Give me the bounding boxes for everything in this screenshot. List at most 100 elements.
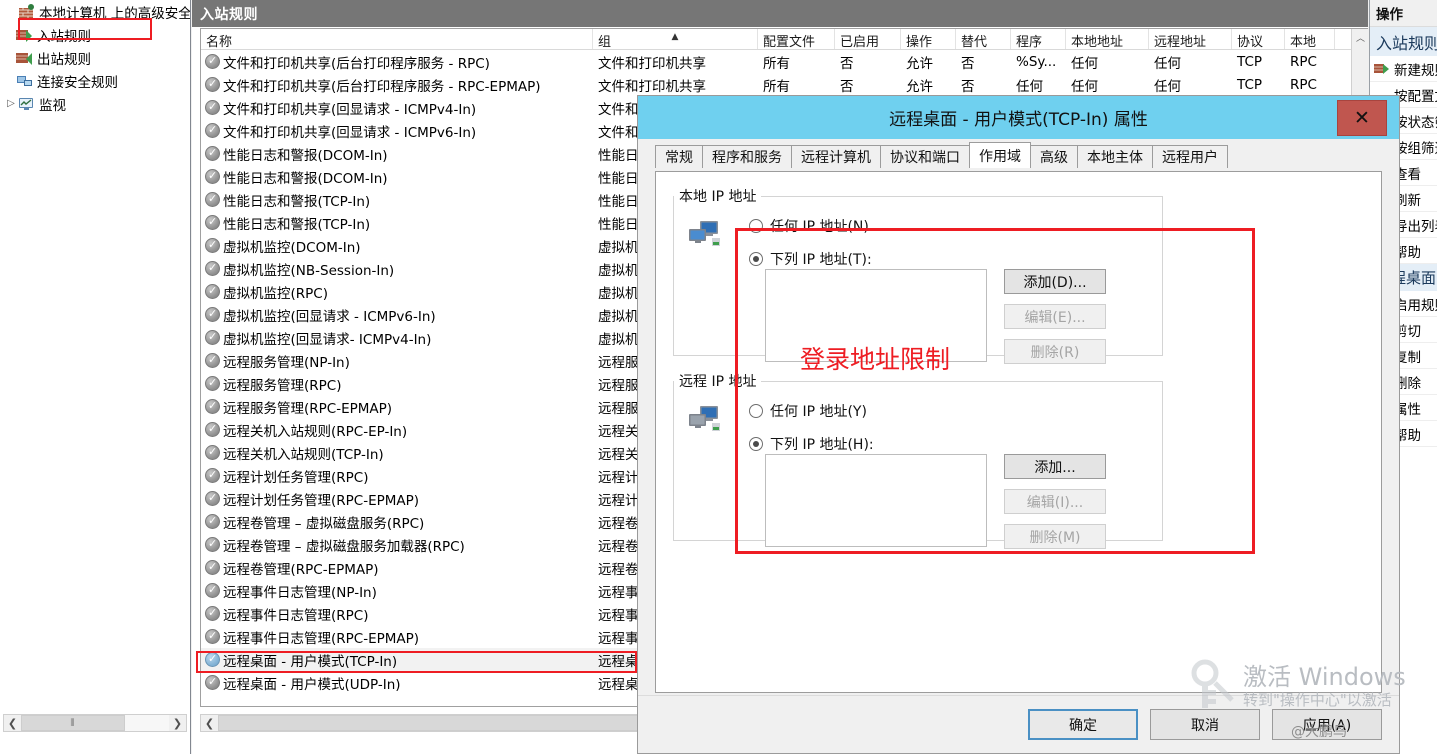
sidebar-item-outbound-rules[interactable]: 出站规则 xyxy=(0,46,190,69)
rule-name-label: 远程计划任务管理(RPC) xyxy=(223,469,369,486)
remote-edit-button: 编辑(I)... xyxy=(1004,489,1106,514)
column-header-label: 本地地址 xyxy=(1071,35,1124,49)
rule-status-icon xyxy=(205,674,220,690)
rule-name-label: 远程关机入站规则(RPC-EP-In) xyxy=(223,423,408,440)
cell-name: 远程服务管理(RPC) xyxy=(201,374,593,394)
remote-any-ip-radio[interactable] xyxy=(749,404,763,418)
tree-item-root[interactable]: 本地计算机 上的高级安全 xyxy=(0,0,190,23)
tree-horizontal-scrollbar[interactable]: ❮ ⦀ ❯ xyxy=(3,714,187,732)
cancel-button[interactable]: 取消 xyxy=(1150,709,1260,740)
column-header-label: 配置文件 xyxy=(763,35,816,49)
remote-ip-group-legend: 远程 IP 地址 xyxy=(679,374,757,390)
cell-local_port: RPC xyxy=(1290,76,1317,93)
rule-status-icon xyxy=(205,76,220,92)
rule-name-label: 文件和打印机共享(回显请求 - ICMPv6-In) xyxy=(223,124,477,141)
rule-status-icon xyxy=(205,306,220,322)
sidebar-item-inbound-rules-label: 入站规则 xyxy=(37,28,91,45)
tab-7[interactable]: 远程用户 xyxy=(1152,145,1228,168)
local-add-button[interactable]: 添加(D)... xyxy=(1004,269,1106,294)
column-header-2[interactable]: 配置文件 xyxy=(758,29,835,49)
sidebar-item-outbound-rules-label: 出站规则 xyxy=(37,51,91,68)
sidebar-item-inbound-rules[interactable]: 入站规则 xyxy=(0,23,190,46)
column-header-8[interactable]: 远程地址 xyxy=(1149,29,1232,49)
rule-status-icon xyxy=(205,53,220,69)
column-header-label: 替代 xyxy=(961,35,988,49)
monitor-icon xyxy=(18,96,36,112)
tab-6[interactable]: 本地主体 xyxy=(1077,145,1153,168)
remote-remove-button: 删除(M) xyxy=(1004,524,1106,549)
tab-1[interactable]: 程序和服务 xyxy=(702,145,792,168)
author-signature: @大鹏鸟 xyxy=(1291,724,1347,740)
tree-scroll-thumb[interactable]: ⦀ xyxy=(21,715,125,731)
remote-any-ip-label: 任何 IP 地址(Y) xyxy=(770,404,867,420)
cell-name: 性能日志和警报(DCOM-In) xyxy=(201,167,593,187)
tree-scroll-right-button[interactable]: ❯ xyxy=(169,715,186,731)
action-item-secondary-label: 启用规则 xyxy=(1394,297,1437,314)
rule-name-label: 远程服务管理(RPC) xyxy=(223,377,342,394)
local-any-ip-radio-row[interactable]: 任何 IP 地址(N) xyxy=(749,216,872,236)
column-header-0[interactable]: 名称 xyxy=(201,29,593,49)
table-row[interactable]: 文件和打印机共享(后台打印程序服务 - RPC) 文件和打印机共享 所有 否 允许 否 %S… xyxy=(201,50,1368,73)
actions-pane-title: 操作 xyxy=(1370,0,1437,27)
action-item-primary-0[interactable]: 新建规则... xyxy=(1370,56,1437,82)
rule-name-label: 虚拟机监控(回显请求 - ICMPv6-In) xyxy=(223,308,436,325)
tab-3[interactable]: 协议和端口 xyxy=(880,145,970,168)
cell-program: %Sy... xyxy=(1016,53,1057,70)
ok-button[interactable]: 确定 xyxy=(1028,709,1138,740)
column-header-1[interactable]: 组 ▲ xyxy=(593,29,758,49)
rule-status-icon xyxy=(205,536,220,552)
column-header-label: 组 xyxy=(598,35,612,49)
action-item-primary-label: 按组筛选 xyxy=(1394,140,1437,157)
remote-any-ip-radio-row[interactable]: 任何 IP 地址(Y) xyxy=(749,401,874,421)
cell-remote_addr: 任何 xyxy=(1154,55,1181,72)
rule-name-label: 远程卷管理 – 虚拟磁盘服务加载器(RPC) xyxy=(223,538,465,555)
local-edit-button: 编辑(E)... xyxy=(1004,304,1106,329)
console-tree-pane: 本地计算机 上的高级安全 入站规则 出站规则 连接安全规则 ▷ 监视 ❮ ⦀ ❯ xyxy=(0,0,191,754)
rule-name-label: 远程服务管理(NP-In) xyxy=(223,354,350,371)
column-header-9[interactable]: 协议 xyxy=(1232,29,1285,49)
rule-status-icon xyxy=(205,398,220,414)
dialog-body: 常规 程序和服务 远程计算机 协议和端口 作用域 高级 本地主体 远程用户 本地 IP 地址 xyxy=(638,139,1399,753)
remote-these-ip-label: 下列 IP 地址(H): xyxy=(770,437,874,453)
tree-scroll-left-button[interactable]: ❮ xyxy=(4,715,21,731)
tab-2[interactable]: 远程计算机 xyxy=(791,145,881,168)
cell-name: 虚拟机监控(DCOM-In) xyxy=(201,236,593,256)
cell-name: 远程事件日志管理(RPC) xyxy=(201,604,593,624)
scope-annotation-label: 登录地址限制 xyxy=(800,345,951,374)
cell-local_port: RPC xyxy=(1290,53,1317,70)
column-header-5[interactable]: 替代 xyxy=(956,29,1011,49)
sidebar-item-connection-security-rules[interactable]: 连接安全规则 xyxy=(0,69,190,92)
tab-5[interactable]: 高级 xyxy=(1030,145,1078,168)
tab-4-active[interactable]: 作用域 xyxy=(969,142,1031,168)
column-header-4[interactable]: 操作 xyxy=(901,29,956,49)
tree-scroll-track[interactable] xyxy=(125,715,169,731)
dialog-tabstrip[interactable]: 常规 程序和服务 远程计算机 协议和端口 作用域 高级 本地主体 远程用户 xyxy=(638,142,1399,168)
local-any-ip-radio[interactable] xyxy=(749,219,763,233)
new-rule-icon xyxy=(1374,61,1390,77)
column-header-3[interactable]: 已启用 xyxy=(835,29,901,49)
remote-these-ip-radio[interactable] xyxy=(749,437,763,451)
column-header-10[interactable]: 本地 xyxy=(1285,29,1335,49)
remote-ip-listbox[interactable] xyxy=(765,454,987,547)
column-header-7[interactable]: 本地地址 xyxy=(1066,29,1149,49)
cell-name: 文件和打印机共享(后台打印程序服务 - RPC-EPMAP) xyxy=(201,75,593,95)
column-header-6[interactable]: 程序 xyxy=(1011,29,1066,49)
local-these-ip-radio[interactable] xyxy=(749,252,763,266)
chevron-right-icon[interactable]: ▷ xyxy=(4,98,18,109)
rules-scroll-up-button[interactable]: ︿ xyxy=(1352,29,1368,46)
action-item-primary-label: 导出列表... xyxy=(1394,218,1437,235)
remote-these-ip-radio-row[interactable]: 下列 IP 地址(H): xyxy=(749,434,874,454)
rules-scroll-left-button[interactable]: ❮ xyxy=(201,715,218,731)
firewall-icon xyxy=(18,3,36,20)
rule-name-label: 虚拟机监控(NB-Session-In) xyxy=(223,262,395,279)
remote-add-button[interactable]: 添加... xyxy=(1004,454,1106,479)
rule-status-icon xyxy=(205,651,220,667)
sidebar-item-monitoring[interactable]: ▷ 监视 xyxy=(0,92,190,115)
rule-status-icon xyxy=(205,559,220,575)
close-icon[interactable]: ✕ xyxy=(1337,100,1387,136)
table-row[interactable]: 文件和打印机共享(后台打印程序服务 - RPC-EPMAP) 文件和打印机共享 所有… xyxy=(201,73,1368,96)
rule-name-label: 性能日志和警报(TCP-In) xyxy=(223,216,371,233)
local-these-ip-radio-row[interactable]: 下列 IP 地址(T): xyxy=(749,249,872,269)
rules-list-column-headers[interactable]: 名称组 ▲ 配置文件 已启用 操作 替代 程序 本地地址 远程地址 协议 本地 xyxy=(201,29,1368,50)
tab-0[interactable]: 常规 xyxy=(655,145,703,168)
